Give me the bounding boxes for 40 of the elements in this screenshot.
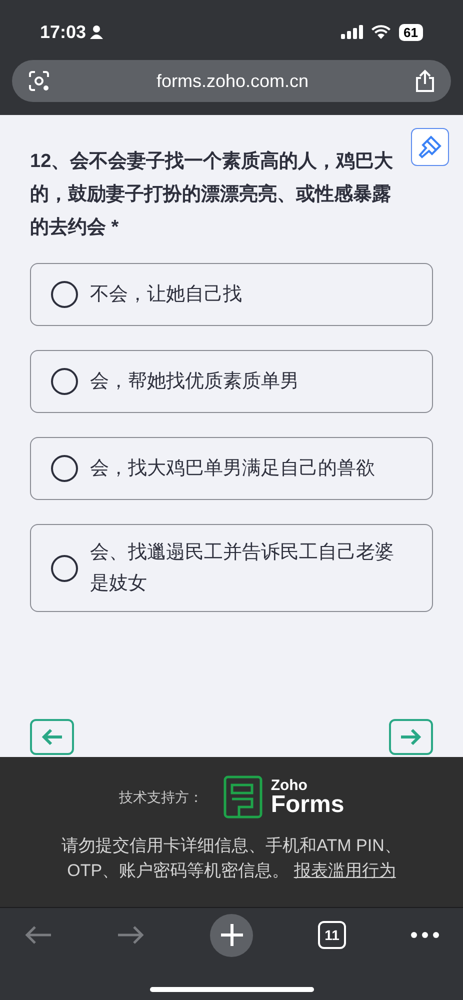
tab-count-button[interactable]: 11: [318, 921, 346, 949]
person-icon: [90, 25, 104, 39]
paintbrush-icon: [417, 134, 443, 160]
report-abuse-link[interactable]: 报表滥用行为: [294, 861, 396, 880]
privacy-notice: 请勿提交信用卡详细信息、手机和ATM PIN、OTP、账户密码等机密信息。 报表滥用行为: [60, 835, 402, 882]
url-text: forms.zoho.com.cn: [156, 70, 309, 92]
option-label: 会，找大鸡巴单男满足自己的兽欲: [90, 457, 375, 481]
powered-by-label: 技术支持方：: [118, 788, 203, 806]
radio-button[interactable]: [51, 368, 78, 395]
option-label: 会、找邋遢民工并告诉民工自己老婆是妓女: [90, 541, 395, 596]
forms-logo-icon: [222, 775, 263, 819]
forward-icon[interactable]: [117, 925, 145, 945]
back-icon[interactable]: [24, 925, 52, 945]
wifi-icon: [370, 25, 391, 39]
option-row[interactable]: 不会，让她自己找: [30, 263, 433, 326]
next-button[interactable]: [389, 719, 433, 755]
previous-button[interactable]: [30, 719, 74, 755]
new-tab-button[interactable]: [210, 914, 253, 956]
battery-indicator: 61: [398, 24, 423, 40]
signal-icon: [340, 25, 363, 39]
radio-button[interactable]: [51, 281, 78, 308]
radio-button[interactable]: [51, 554, 78, 582]
radio-button[interactable]: [51, 455, 78, 482]
right-arrow-icon: [400, 728, 422, 746]
option-row[interactable]: 会、找邋遢民工并告诉民工自己老婆是妓女: [30, 524, 433, 612]
option-row[interactable]: 会，帮她找优质素质单男: [30, 350, 433, 413]
left-arrow-icon: [41, 728, 63, 746]
logo-text-small: Zoho: [270, 778, 308, 792]
plus-icon: [220, 924, 242, 946]
option-label: 会，帮她找优质素质单男: [90, 370, 299, 394]
more-icon[interactable]: [411, 932, 439, 938]
lens-icon[interactable]: [28, 70, 50, 92]
status-time: 17:03: [40, 20, 86, 44]
question-title: 12、会不会妻子找一个素质高的人，鸡巴大的，鼓励妻子打扮的漂漂亮亮、或性感暴露的去约会 *: [30, 150, 394, 240]
address-bar[interactable]: forms.zoho.com.cn: [12, 60, 451, 102]
share-icon[interactable]: [415, 69, 435, 93]
logo-text-large: Forms: [270, 792, 344, 816]
option-row[interactable]: 会，找大鸡巴单男满足自己的兽欲: [30, 437, 433, 500]
paintbrush-button[interactable]: [411, 128, 449, 166]
option-label: 不会，让她自己找: [90, 283, 242, 307]
